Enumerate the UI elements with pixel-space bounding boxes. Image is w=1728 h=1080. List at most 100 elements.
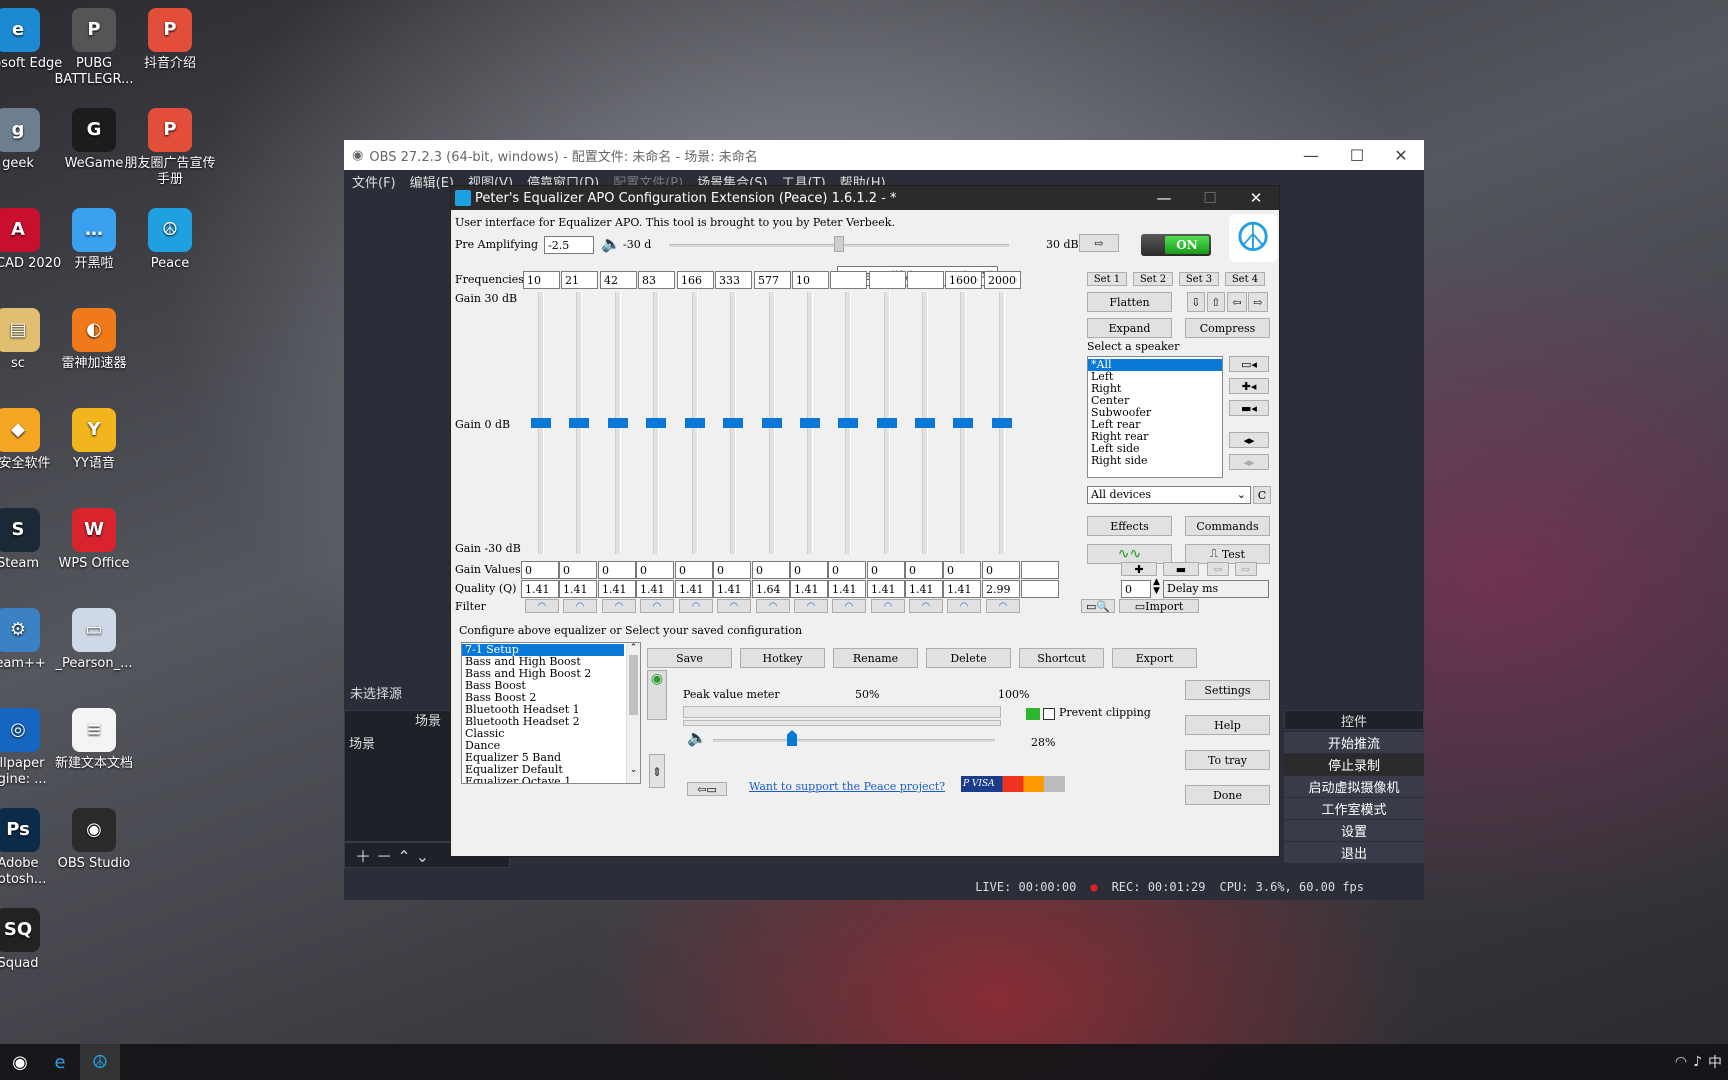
volume-icon[interactable]: ♪ bbox=[1693, 1054, 1702, 1070]
frequency-input-4[interactable] bbox=[677, 271, 714, 289]
frequency-input-11[interactable] bbox=[945, 271, 982, 289]
maximize-icon[interactable]: ☐ bbox=[1334, 140, 1380, 170]
band-right-button[interactable]: ⇨ bbox=[1235, 562, 1257, 576]
pre-amp-input[interactable] bbox=[544, 236, 594, 254]
pre-amp-thumb[interactable] bbox=[834, 236, 844, 252]
gain-slider-knob-8[interactable] bbox=[838, 418, 858, 428]
delay-spin-icon[interactable]: ▲ ▼ bbox=[1153, 578, 1160, 596]
filter-button-8[interactable]: ◠ bbox=[832, 599, 866, 613]
desktop-icon-16[interactable]: ▭ _Pearson_... bbox=[48, 608, 140, 672]
control-button-4[interactable]: 设置 bbox=[1284, 820, 1424, 842]
to-tray-button[interactable]: To tray bbox=[1185, 750, 1270, 770]
gain-slider-knob-1[interactable] bbox=[569, 418, 589, 428]
quality-input-2[interactable] bbox=[598, 580, 636, 598]
graph-button[interactable]: ∿∿ bbox=[1087, 544, 1172, 564]
set-button-4[interactable]: Set 4 bbox=[1225, 272, 1265, 286]
filter-search-button[interactable]: ▭🔍 bbox=[1081, 599, 1115, 613]
control-button-2[interactable]: 启动虚拟摄像机 bbox=[1284, 776, 1424, 798]
done-button[interactable]: Done bbox=[1185, 785, 1270, 805]
control-button-0[interactable]: 开始推流 bbox=[1284, 732, 1424, 754]
control-button-3[interactable]: 工作室模式 bbox=[1284, 798, 1424, 820]
desktop-icon-18[interactable]: ≡ 新建文本文档 bbox=[48, 708, 140, 772]
filter-button-2[interactable]: ◠ bbox=[602, 599, 636, 613]
gain-slider-knob-10[interactable] bbox=[915, 418, 935, 428]
set-button-2[interactable]: Set 2 bbox=[1133, 272, 1173, 286]
control-button-1[interactable]: 停止录制 bbox=[1284, 754, 1424, 776]
quality-input-1[interactable] bbox=[559, 580, 597, 598]
gain-slider-knob-4[interactable] bbox=[685, 418, 705, 428]
close-icon[interactable]: ✕ bbox=[1378, 140, 1424, 170]
frequency-input-12[interactable] bbox=[984, 271, 1021, 289]
move-down-icon[interactable]: ⌄ bbox=[416, 847, 429, 866]
gain-slider-knob-0[interactable] bbox=[531, 418, 551, 428]
volume-track[interactable] bbox=[713, 739, 995, 742]
gain-value-input-2[interactable] bbox=[598, 561, 636, 579]
quality-input-5[interactable] bbox=[713, 580, 751, 598]
move-right-button[interactable]: ⇨ bbox=[1248, 292, 1268, 312]
frequency-input-0[interactable] bbox=[523, 271, 560, 289]
gain-value-input-1[interactable] bbox=[559, 561, 597, 579]
gain-value-input-0[interactable] bbox=[521, 561, 559, 579]
desktop-icon-20[interactable]: ◉ OBS Studio bbox=[48, 808, 140, 872]
gain-value-input-8[interactable] bbox=[828, 561, 866, 579]
speaker-swap-button[interactable]: ◂▸ bbox=[1229, 432, 1269, 448]
desktop-icon-10[interactable]: ◐ 雷神加速器 bbox=[48, 308, 140, 372]
frequency-input-7[interactable] bbox=[792, 271, 829, 289]
quality-input-0[interactable] bbox=[521, 580, 559, 598]
quality-input-11[interactable] bbox=[943, 580, 981, 598]
config-list[interactable]: 7-1 Setup Bass and High Boost Bass and Hig… bbox=[461, 642, 641, 784]
frequency-input-9[interactable] bbox=[869, 271, 906, 289]
move-left-button[interactable]: ⇦ bbox=[1227, 292, 1247, 312]
set-button-1[interactable]: Set 1 bbox=[1087, 272, 1127, 286]
filter-button-5[interactable]: ◠ bbox=[717, 599, 751, 613]
filter-button-7[interactable]: ◠ bbox=[794, 599, 828, 613]
quality-input-8[interactable] bbox=[828, 580, 866, 598]
speaker-item-8[interactable]: Right side bbox=[1088, 455, 1222, 467]
filter-button-6[interactable]: ◠ bbox=[756, 599, 790, 613]
control-button-5[interactable]: 退出 bbox=[1284, 842, 1424, 864]
add-scene-icon[interactable]: ＋ bbox=[355, 847, 371, 866]
frequency-input-5[interactable] bbox=[715, 271, 752, 289]
gain-value-input-11[interactable] bbox=[943, 561, 981, 579]
speaker-list[interactable]: *All Left Right Center Subwoofer Left rear Rig… bbox=[1087, 356, 1223, 478]
quality-input-7[interactable] bbox=[790, 580, 828, 598]
desktop-icon-21[interactable]: SQ Squad bbox=[0, 908, 64, 972]
speaker-icon[interactable]: 🔈 bbox=[601, 234, 621, 253]
remove-scene-icon[interactable]: － bbox=[376, 847, 392, 866]
speaker-add-button[interactable]: ▭◂ bbox=[1229, 356, 1269, 372]
vertical-arrows-icon[interactable]: ⇕ bbox=[649, 754, 665, 788]
device-c-button[interactable]: C bbox=[1253, 486, 1271, 504]
desktop-icon-8[interactable]: ☮ Peace bbox=[124, 208, 216, 272]
gain-slider-knob-7[interactable] bbox=[800, 418, 820, 428]
menu-item-1[interactable]: 编辑(E) bbox=[410, 172, 454, 191]
peace-taskbar-icon[interactable]: ☮ bbox=[80, 1044, 120, 1080]
action-button-rename[interactable]: Rename bbox=[833, 648, 918, 668]
action-button-export[interactable]: Export bbox=[1112, 648, 1197, 668]
add-band-button[interactable]: ✚ bbox=[1121, 562, 1157, 576]
back-arrow-button[interactable]: ⇦▭ bbox=[687, 782, 727, 796]
input-method[interactable]: 中 bbox=[1708, 1052, 1722, 1072]
gain-value-input-7[interactable] bbox=[790, 561, 828, 579]
power-toggle[interactable]: ON bbox=[1141, 234, 1211, 256]
import-button[interactable]: ▭ Import bbox=[1119, 599, 1199, 613]
config-item-11[interactable]: Equalizer Octave 1 bbox=[462, 776, 624, 784]
commands-button[interactable]: Commands bbox=[1185, 516, 1270, 536]
desktop-icon-12[interactable]: Y YY语音 bbox=[48, 408, 140, 472]
quality-input-4[interactable] bbox=[675, 580, 713, 598]
gain-slider-knob-6[interactable] bbox=[762, 418, 782, 428]
settings-button[interactable]: Settings bbox=[1185, 680, 1270, 700]
menu-item-0[interactable]: 文件(F) bbox=[352, 172, 396, 191]
gain-slider-knob-11[interactable] bbox=[953, 418, 973, 428]
frequency-input-3[interactable] bbox=[638, 271, 675, 289]
gain-value-input-12[interactable] bbox=[982, 561, 1020, 579]
frequency-input-2[interactable] bbox=[600, 271, 637, 289]
gain-value-input-10[interactable] bbox=[905, 561, 943, 579]
gain-slider-knob-3[interactable] bbox=[646, 418, 666, 428]
band-left-button[interactable]: ⇦ bbox=[1207, 562, 1229, 576]
gain-slider-knob-5[interactable] bbox=[723, 418, 743, 428]
edge-taskbar-icon[interactable]: e bbox=[40, 1044, 80, 1080]
frequency-input-6[interactable] bbox=[754, 271, 791, 289]
set-button-3[interactable]: Set 3 bbox=[1179, 272, 1219, 286]
action-button-delete[interactable]: Delete bbox=[926, 648, 1011, 668]
device-select[interactable]: All devices ⌄ bbox=[1087, 486, 1251, 504]
